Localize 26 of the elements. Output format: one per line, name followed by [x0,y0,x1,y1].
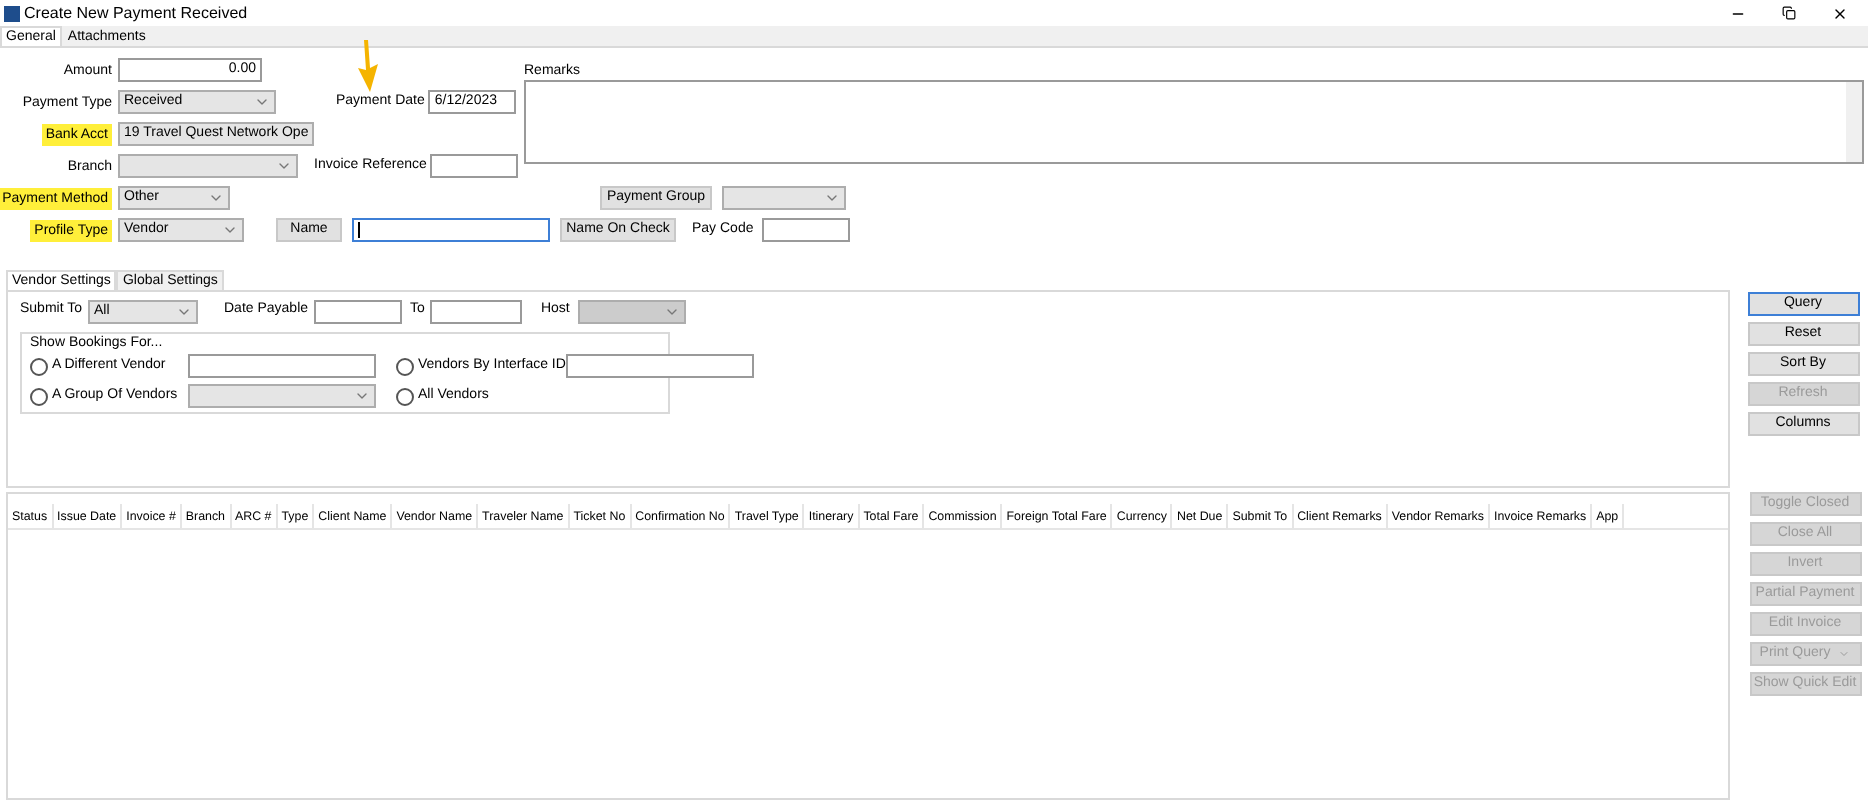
restore-icon[interactable] [1782,6,1796,20]
caret-icon [1838,648,1851,660]
remarks-field[interactable] [524,80,1864,164]
input-field[interactable] [761,218,850,242]
close-icon[interactable] [1832,5,1848,21]
input-field[interactable] [314,299,403,323]
chevron-icon [824,190,840,206]
chevron-icon [276,158,292,174]
radio-button[interactable] [396,387,414,405]
input-field[interactable] [352,218,550,242]
dropdown[interactable] [722,186,846,210]
input-field[interactable] [430,299,523,323]
dropdown[interactable] [118,154,298,178]
radio-button[interactable] [30,357,48,375]
chevron-icon [254,94,270,110]
arrow-annotation [356,40,380,92]
app-icon [4,5,20,21]
radio-button[interactable] [396,357,414,375]
window-title: Create New Payment Received [24,3,248,23]
input-field[interactable] [565,354,754,378]
chevron-icon [354,388,370,404]
input-field[interactable] [430,154,519,178]
dropdown[interactable] [188,384,376,408]
scrollbar[interactable] [1846,82,1862,162]
input-field[interactable] [188,354,376,378]
radio-button[interactable] [30,387,48,405]
